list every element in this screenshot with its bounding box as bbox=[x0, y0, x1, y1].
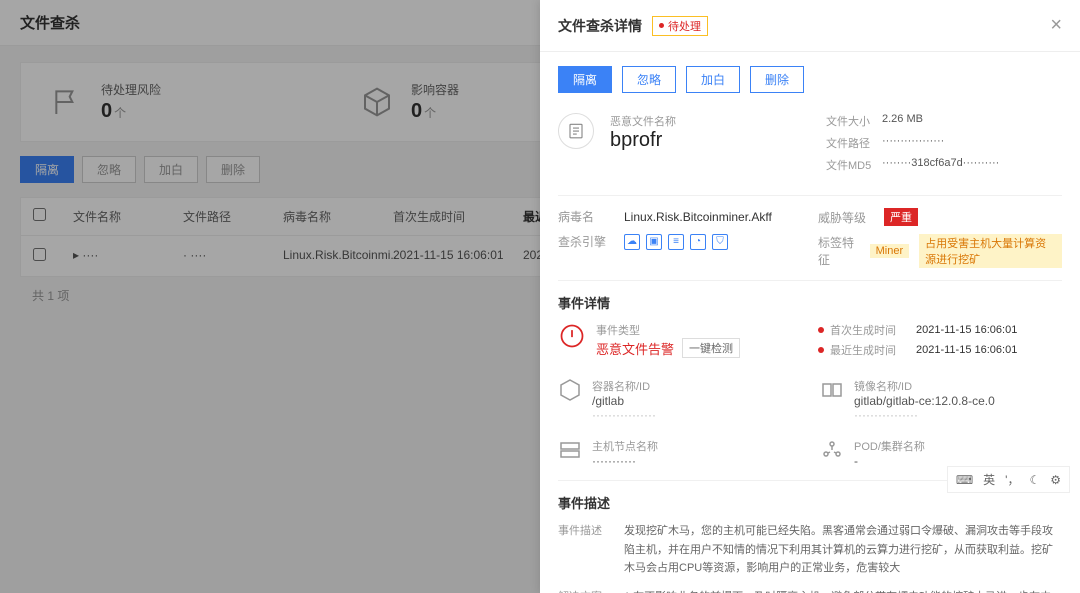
pod-icon bbox=[820, 438, 844, 462]
virus-name: Linux.Risk.Bitcoinminer.Akff bbox=[624, 210, 772, 224]
tag-desc: 占用受害主机大量计算资源进行挖矿 bbox=[919, 234, 1062, 268]
alert-icon bbox=[558, 322, 586, 350]
detect-button[interactable]: 一键检测 bbox=[682, 338, 740, 358]
file-name-label: 恶意文件名称 bbox=[610, 113, 810, 129]
container-icon bbox=[558, 378, 582, 402]
punct-toggle[interactable]: '， bbox=[1005, 471, 1019, 488]
solution-text: 1.在不影响业务的前提下，及时隔离主机，避免部分带有蠕虫功能的挖矿木马进一步在内… bbox=[624, 588, 1062, 593]
threat-level: 严重 bbox=[884, 208, 918, 226]
ignore-button[interactable]: 忽略 bbox=[622, 66, 676, 93]
image-name: gitlab/gitlab-ce:12.0.8-ce.0 bbox=[854, 394, 995, 408]
panel-title: 文件查杀详情 bbox=[558, 16, 642, 36]
isolate-button[interactable]: 隔离 bbox=[558, 66, 612, 93]
file-icon bbox=[558, 113, 594, 149]
engine-icon: ☁ bbox=[624, 234, 640, 250]
host-name: ··········· bbox=[592, 454, 658, 468]
dot-icon bbox=[818, 327, 824, 333]
host-icon bbox=[558, 438, 582, 462]
file-path: ················· bbox=[882, 135, 944, 151]
delete-button[interactable]: 删除 bbox=[750, 66, 804, 93]
dot-icon bbox=[818, 347, 824, 353]
file-size: 2.26 MB bbox=[882, 113, 923, 129]
event-type: 恶意文件告警 bbox=[596, 339, 674, 358]
event-description: 发现挖矿木马，您的主机可能已经失陷。黑客通常会通过弱口令爆破、漏洞攻击等手段攻陷… bbox=[624, 522, 1062, 578]
file-md5: ········318cf6a7d·········· bbox=[882, 157, 999, 173]
last-time: 2021-11-15 16:06:01 bbox=[916, 344, 1017, 356]
file-name: bprofr bbox=[610, 129, 810, 152]
moon-icon[interactable]: ☾ bbox=[1029, 473, 1040, 487]
lang-toggle[interactable]: 英 bbox=[983, 471, 995, 488]
status-badge: 待处理 bbox=[652, 16, 708, 36]
engine-icon: ⛉ bbox=[712, 234, 728, 250]
tag-miner: Miner bbox=[870, 244, 910, 258]
keyboard-icon[interactable]: ⌨ bbox=[956, 473, 973, 487]
pod-name: - bbox=[854, 454, 925, 468]
container-name: /gitlab bbox=[592, 394, 656, 408]
engine-icon: ◔ bbox=[690, 234, 706, 250]
first-time: 2021-11-15 16:06:01 bbox=[916, 324, 1017, 336]
engine-icon: ▣ bbox=[646, 234, 662, 250]
scan-engines: ☁ ▣ ≡ ◔ ⛉ bbox=[624, 234, 728, 250]
desc-section-title: 事件描述 bbox=[558, 493, 1062, 512]
event-section-title: 事件详情 bbox=[558, 293, 1062, 312]
detail-panel: 文件查杀详情 待处理 × 隔离 忽略 加白 删除 恶意文件名称 bprofr 文… bbox=[540, 0, 1080, 593]
image-icon bbox=[820, 378, 844, 402]
gear-icon[interactable]: ⚙ bbox=[1050, 473, 1061, 487]
engine-icon: ≡ bbox=[668, 234, 684, 250]
close-icon[interactable]: × bbox=[1050, 14, 1062, 37]
whitelist-button[interactable]: 加白 bbox=[686, 66, 740, 93]
ime-toolbar[interactable]: ⌨ 英 '， ☾ ⚙ bbox=[947, 466, 1070, 493]
